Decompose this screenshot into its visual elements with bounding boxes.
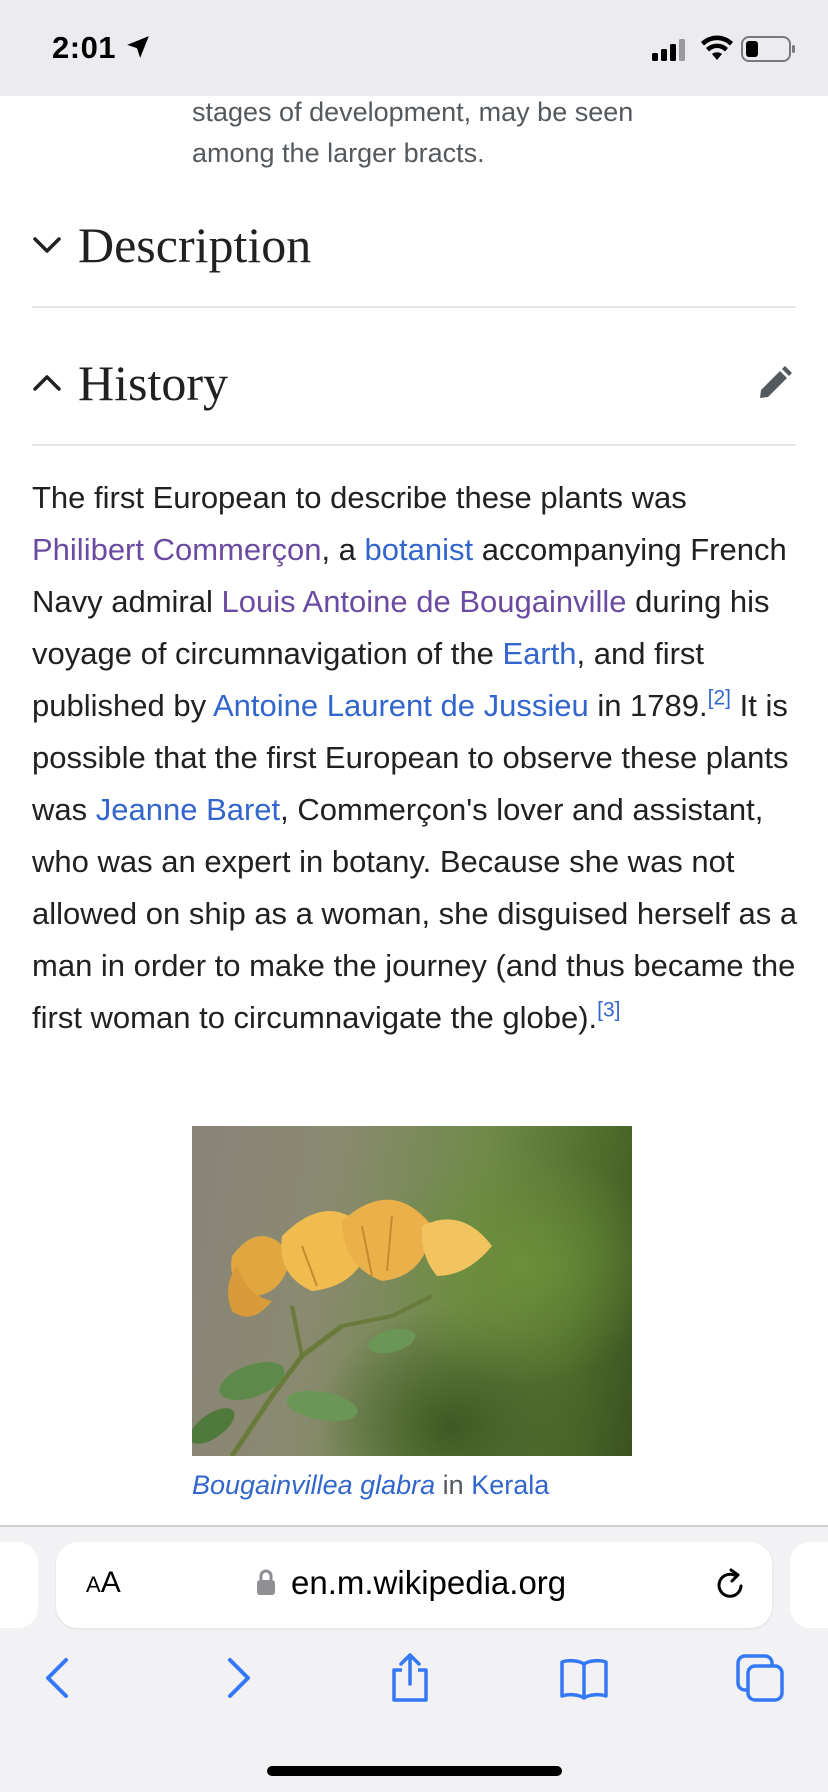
link-kerala[interactable]: Kerala bbox=[471, 1470, 549, 1500]
reference-link-3[interactable]: [3] bbox=[597, 999, 620, 1022]
book-icon[interactable] bbox=[558, 1652, 610, 1704]
reload-icon[interactable] bbox=[712, 1566, 750, 1604]
section-header-history[interactable]: History bbox=[32, 324, 796, 446]
flower-illustration bbox=[192, 1199, 492, 1456]
previous-tab-peek[interactable] bbox=[0, 1542, 38, 1628]
address-bar[interactable]: AA en.m.wikipedia.org bbox=[56, 1542, 772, 1628]
section-header-description[interactable]: Description bbox=[32, 186, 796, 308]
link-earth[interactable]: Earth bbox=[502, 636, 576, 671]
paragraph-text: , Commerçon's lover and assistant, who w… bbox=[32, 792, 798, 1035]
aa-large-letter: A bbox=[100, 1566, 121, 1599]
reader-options-button[interactable]: AA bbox=[86, 1566, 121, 1600]
bougainvillea-image[interactable] bbox=[192, 1126, 632, 1456]
link-antoine-laurent-de-jussieu[interactable]: Antoine Laurent de Jussieu bbox=[213, 688, 589, 723]
location-arrow-icon bbox=[127, 36, 149, 58]
url-text: en.m.wikipedia.org bbox=[291, 1564, 567, 1601]
tabs-icon[interactable] bbox=[734, 1652, 786, 1704]
status-time: 2:01 bbox=[52, 30, 117, 65]
next-tab-peek[interactable] bbox=[790, 1542, 828, 1628]
link-philibert-commercon[interactable]: Philibert Commerçon bbox=[32, 532, 321, 567]
cellular-signal-icon bbox=[652, 39, 685, 61]
status-bar: 2:01 bbox=[0, 0, 828, 96]
aa-small-letter: A bbox=[86, 1572, 101, 1597]
edit-pencil-icon[interactable] bbox=[756, 364, 794, 402]
figure-caption-top: stages of development, may be seen among… bbox=[192, 97, 634, 168]
chevron-down-icon bbox=[33, 237, 61, 253]
link-bougainvillea-glabra[interactable]: Bougainvillea glabra bbox=[192, 1470, 435, 1500]
lock-icon bbox=[257, 1569, 275, 1595]
home-indicator bbox=[267, 1766, 562, 1776]
caption-text: in bbox=[435, 1470, 472, 1500]
paragraph-text: in 1789. bbox=[588, 688, 708, 723]
chevron-right-icon[interactable] bbox=[212, 1652, 264, 1704]
link-louis-antoine-de-bougainville[interactable]: Louis Antoine de Bougainville bbox=[222, 584, 627, 619]
section-title-description: Description bbox=[78, 217, 312, 273]
link-jeanne-baret[interactable]: Jeanne Baret bbox=[96, 792, 280, 827]
wifi-icon bbox=[701, 35, 733, 60]
chevron-left-icon[interactable] bbox=[34, 1652, 86, 1704]
figure-caption: Bougainvillea glabra in Kerala bbox=[192, 1470, 549, 1501]
paragraph-text: , a bbox=[321, 532, 365, 567]
history-paragraph: The first European to describe these pla… bbox=[32, 472, 802, 1044]
reference-link-2[interactable]: [2] bbox=[708, 687, 731, 710]
link-botanist[interactable]: botanist bbox=[365, 532, 474, 567]
chevron-up-icon bbox=[33, 375, 61, 391]
share-icon[interactable] bbox=[384, 1652, 436, 1704]
paragraph-text: The first European to describe these pla… bbox=[32, 480, 687, 515]
section-title-history: History bbox=[78, 355, 228, 411]
battery-icon bbox=[741, 36, 795, 62]
